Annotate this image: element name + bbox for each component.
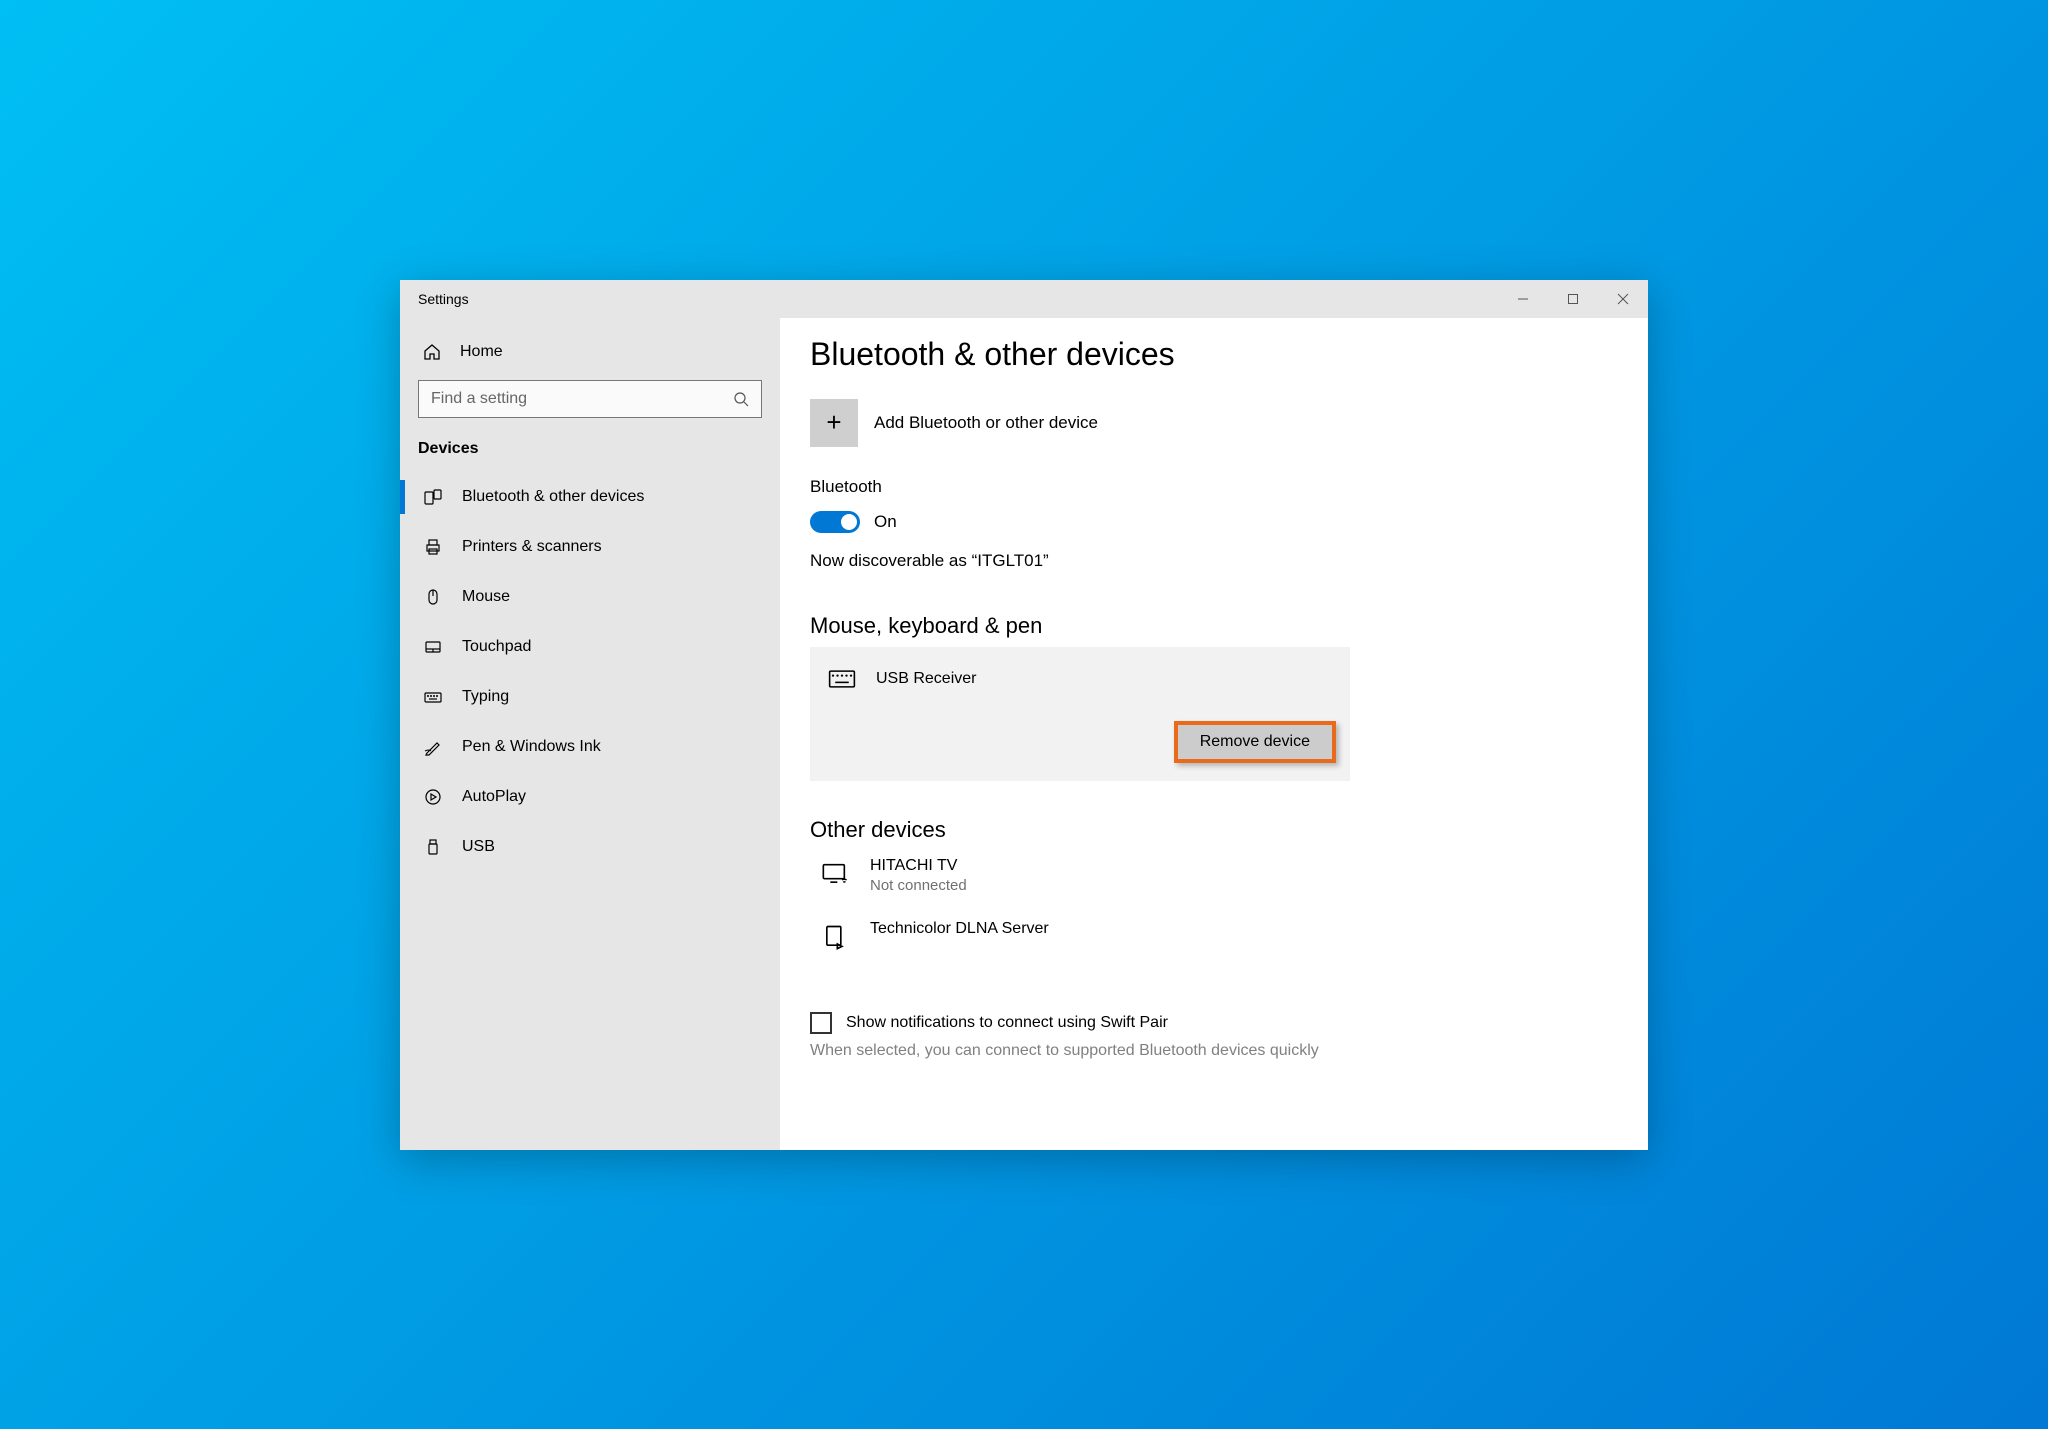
bluetooth-toggle-row: On	[810, 511, 1604, 533]
sidebar-item-label: Typing	[462, 688, 509, 706]
sidebar-item-pen[interactable]: Pen & Windows Ink	[400, 722, 780, 772]
minimize-button[interactable]	[1498, 280, 1548, 318]
keyboard-device-icon	[828, 665, 856, 693]
device-name: Technicolor DLNA Server	[870, 920, 1049, 938]
pen-icon	[422, 736, 444, 758]
close-button[interactable]	[1598, 280, 1648, 318]
main-scroll[interactable]: Bluetooth & other devices + Add Bluetoot…	[810, 336, 1618, 1150]
group-mouse-heading: Mouse, keyboard & pen	[810, 613, 1604, 639]
sidebar-item-label: Printers & scanners	[462, 538, 602, 556]
sidebar-item-label: Pen & Windows Ink	[462, 738, 601, 756]
mouse-icon	[422, 586, 444, 608]
device-card-usb-receiver[interactable]: USB Receiver Remove device	[810, 647, 1350, 781]
discoverable-text: Now discoverable as “ITGLT01”	[810, 551, 1604, 571]
touchpad-icon	[422, 636, 444, 658]
sidebar-item-label: Touchpad	[462, 638, 531, 656]
window-title: Settings	[400, 280, 469, 318]
maximize-icon	[1567, 293, 1579, 305]
device-line: USB Receiver	[824, 661, 1336, 721]
usb-icon	[422, 836, 444, 858]
window-body: Home Devices Bluetooth & other devices	[400, 318, 1648, 1150]
swift-pair-row[interactable]: Show notifications to connect using Swif…	[810, 1012, 1604, 1034]
device-name: USB Receiver	[876, 670, 976, 688]
window-controls	[1498, 280, 1648, 318]
add-device-row[interactable]: + Add Bluetooth or other device	[810, 399, 1604, 447]
autoplay-icon	[422, 786, 444, 808]
plus-icon: +	[810, 399, 858, 447]
device-hitachi-tv[interactable]: HITACHI TV Not connected	[810, 851, 1350, 914]
titlebar: Settings	[400, 280, 1648, 318]
swift-pair-label: Show notifications to connect using Swif…	[846, 1014, 1168, 1032]
sidebar-item-label: Bluetooth & other devices	[462, 488, 644, 506]
maximize-button[interactable]	[1548, 280, 1598, 318]
printer-icon	[422, 536, 444, 558]
device-technicolor-dlna[interactable]: Technicolor DLNA Server	[810, 914, 1350, 972]
bluetooth-state: On	[874, 512, 897, 532]
sidebar-item-autoplay[interactable]: AutoPlay	[400, 772, 780, 822]
home-icon	[422, 342, 442, 362]
search-box[interactable]	[418, 380, 762, 418]
sidebar: Home Devices Bluetooth & other devices	[400, 318, 780, 1150]
sidebar-section: Devices	[400, 432, 780, 472]
search-icon	[733, 391, 749, 407]
sidebar-item-printers[interactable]: Printers & scanners	[400, 522, 780, 572]
sidebar-item-touchpad[interactable]: Touchpad	[400, 622, 780, 672]
settings-window: Settings Home	[400, 280, 1648, 1150]
device-name: HITACHI TV	[870, 857, 967, 875]
bluetooth-toggle[interactable]	[810, 511, 860, 533]
remove-wrap: Remove device	[824, 721, 1336, 763]
search-input[interactable]	[431, 390, 733, 408]
home-link[interactable]: Home	[400, 330, 780, 380]
search-container	[400, 380, 780, 432]
toggle-knob	[841, 514, 857, 530]
group-other-heading: Other devices	[810, 817, 1604, 843]
sidebar-nav: Bluetooth & other devices Printers & sca…	[400, 472, 780, 872]
bluetooth-devices-icon	[422, 486, 444, 508]
sidebar-item-label: AutoPlay	[462, 788, 526, 806]
swift-pair-description: When selected, you can connect to suppor…	[810, 1042, 1350, 1060]
home-label: Home	[460, 343, 503, 361]
sidebar-item-usb[interactable]: USB	[400, 822, 780, 872]
tv-icon	[820, 859, 850, 889]
remove-device-button[interactable]: Remove device	[1174, 721, 1336, 763]
bluetooth-heading: Bluetooth	[810, 477, 1604, 497]
minimize-icon	[1517, 293, 1529, 305]
device-status: Not connected	[870, 877, 967, 894]
sidebar-item-typing[interactable]: Typing	[400, 672, 780, 722]
sidebar-item-label: USB	[462, 838, 495, 856]
media-server-icon	[820, 922, 850, 952]
keyboard-icon	[422, 686, 444, 708]
sidebar-item-bluetooth[interactable]: Bluetooth & other devices	[400, 472, 780, 522]
add-device-label: Add Bluetooth or other device	[874, 413, 1098, 433]
sidebar-item-label: Mouse	[462, 588, 510, 606]
close-icon	[1617, 293, 1629, 305]
main-panel: Bluetooth & other devices + Add Bluetoot…	[780, 318, 1648, 1150]
page-title: Bluetooth & other devices	[810, 336, 1604, 373]
sidebar-item-mouse[interactable]: Mouse	[400, 572, 780, 622]
swift-pair-checkbox[interactable]	[810, 1012, 832, 1034]
